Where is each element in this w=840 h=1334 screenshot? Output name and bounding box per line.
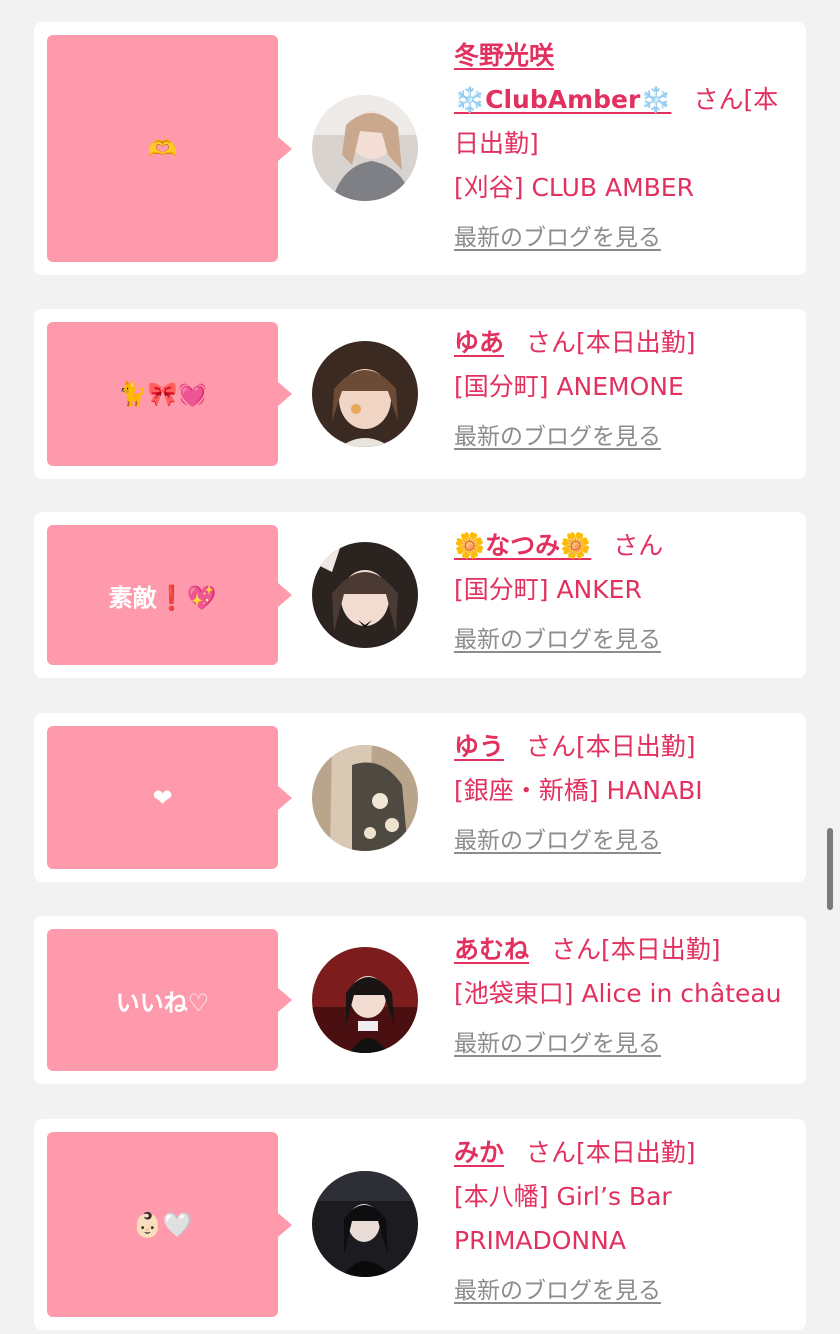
list-item: いいね♡ あむね さん[本日出勤] [池袋東口] Alice in château… (34, 916, 806, 1084)
latest-blog-link[interactable]: 最新のブログを見る (454, 216, 792, 260)
comment-text: 🐈🎀💓 (117, 380, 208, 408)
cast-name-link[interactable]: 🌼なつみ🌼 (454, 531, 591, 560)
avatar[interactable] (312, 95, 418, 201)
honorific-status: さん[本日出勤] (551, 935, 721, 964)
cast-name-link[interactable]: ゆあ (454, 328, 504, 357)
comment-bubble: 👶🏻🤍 (47, 1132, 292, 1317)
shop-name: [銀座・新橋] HANABI (454, 776, 703, 805)
list-item: 🐈🎀💓 ゆあ さん[本日出勤] [国分町] ANEMONE 最新のブログを見る (34, 309, 806, 479)
honorific-status: さん[本日出勤] (526, 732, 696, 761)
shop-name: [本八幡] Girl’s Bar PRIMADONNA (454, 1182, 672, 1255)
entry-info: みか さん[本日出勤] [本八幡] Girl’s Bar PRIMADONNA 最… (454, 1131, 792, 1313)
cast-name-link[interactable]: みか (454, 1138, 504, 1167)
cast-name-link[interactable]: あむね (454, 935, 529, 964)
avatar[interactable] (312, 1171, 418, 1277)
avatar[interactable] (312, 341, 418, 447)
honorific-status: さん[本日出勤] (526, 328, 696, 357)
comment-text: 🫶 (147, 134, 178, 163)
shop-name: [国分町] ANEMONE (454, 372, 684, 401)
comment-bubble: いいね♡ (47, 929, 292, 1071)
comment-text: 素敵❗️💖 (108, 583, 217, 612)
list-item: 🫶 冬野光咲 ❄️ClubAmber❄️ さん[本日出勤] [刈谷] CLUB A… (34, 22, 806, 275)
comment-bubble: 🐈🎀💓 (47, 322, 292, 466)
comment-bubble: 🫶 (47, 35, 292, 262)
latest-blog-link[interactable]: 最新のブログを見る (454, 415, 792, 459)
entry-info: ゆう さん[本日出勤] [銀座・新橋] HANABI 最新のブログを見る (454, 725, 792, 863)
avatar[interactable] (312, 947, 418, 1053)
honorific-status: さん[本日出勤] (526, 1138, 696, 1167)
list-item: 👶🏻🤍 みか さん[本日出勤] [本八幡] Girl’s Bar PRIMADON… (34, 1119, 806, 1330)
list-item: ❤ ゆう さん[本日出勤] [銀座・新橋] HANABI 最新のブログを見る (34, 713, 806, 882)
honorific-status: さん (613, 531, 664, 560)
entry-info: 🌼なつみ🌼 さん [国分町] ANKER 最新のブログを見る (454, 524, 792, 662)
avatar[interactable] (312, 745, 418, 851)
latest-blog-link[interactable]: 最新のブログを見る (454, 819, 792, 863)
latest-blog-link[interactable]: 最新のブログを見る (454, 1269, 792, 1313)
entry-info: 冬野光咲 ❄️ClubAmber❄️ さん[本日出勤] [刈谷] CLUB AMB… (454, 34, 792, 260)
comment-text: ❤ (152, 783, 173, 812)
entry-info: ゆあ さん[本日出勤] [国分町] ANEMONE 最新のブログを見る (454, 321, 792, 459)
latest-blog-link[interactable]: 最新のブログを見る (454, 618, 792, 662)
shop-name: [国分町] ANKER (454, 575, 642, 604)
cast-name-link[interactable]: ゆう (454, 732, 504, 761)
scrollbar[interactable] (827, 828, 833, 910)
comment-bubble: ❤ (47, 726, 292, 869)
avatar[interactable] (312, 542, 418, 648)
shop-name: [池袋東口] Alice in château (454, 979, 782, 1008)
comment-bubble: 素敵❗️💖 (47, 525, 292, 665)
shop-name: [刈谷] CLUB AMBER (454, 173, 694, 202)
latest-blog-link[interactable]: 最新のブログを見る (454, 1022, 792, 1066)
entry-info: あむね さん[本日出勤] [池袋東口] Alice in château 最新のブ… (454, 928, 792, 1066)
cast-name-link[interactable]: 冬野光咲 ❄️ClubAmber❄️ (454, 41, 671, 114)
comment-text: いいね♡ (115, 988, 210, 1017)
list-item: 素敵❗️💖 🌼なつみ🌼 さん [国分町] ANKER 最新のブログを見る (34, 512, 806, 678)
comment-text: 👶🏻🤍 (132, 1210, 193, 1239)
